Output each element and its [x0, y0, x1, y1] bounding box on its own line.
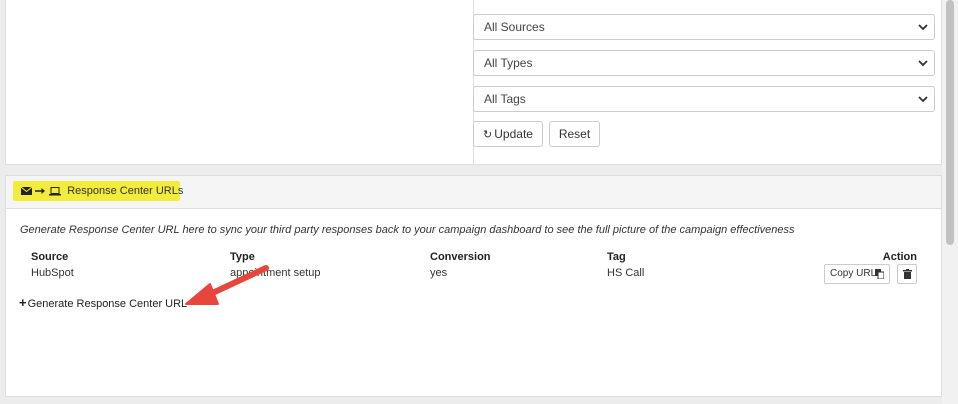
row-type: appointment setup — [230, 267, 321, 279]
column-header-type: Type — [230, 251, 255, 263]
chevron-down-icon — [918, 24, 928, 31]
response-center-description: Generate Response Center URL here to syn… — [20, 224, 795, 236]
plus-icon: + — [19, 295, 27, 310]
page-scrollbar[interactable] — [942, 0, 958, 404]
column-header-tag: Tag — [607, 251, 626, 263]
column-header-action: Action — [882, 251, 917, 263]
update-button[interactable]: ↻ Update — [473, 121, 543, 147]
reset-button-label: Reset — [558, 127, 591, 141]
delete-button[interactable] — [897, 264, 917, 284]
update-button-label: Update — [494, 127, 533, 141]
tags-select[interactable]: All Tags — [473, 86, 935, 112]
refresh-icon: ↻ — [483, 129, 493, 141]
arrow-right-icon — [35, 188, 46, 195]
row-tag: HS Call — [607, 267, 645, 279]
response-center-panel: Response Center URLs Generate Response C… — [5, 175, 942, 397]
tags-select-value: All Tags — [484, 92, 526, 106]
scrollbar-thumb[interactable] — [946, 0, 954, 245]
copy-url-label: Copy URL — [830, 268, 877, 279]
response-center-title: Response Center URLs — [13, 181, 184, 201]
chevron-down-icon — [918, 96, 928, 103]
column-header-source: Source — [31, 251, 69, 263]
laptop-icon — [49, 186, 62, 196]
row-source: HubSpot — [31, 267, 74, 279]
response-center-title-label: Response Center URLs — [67, 185, 184, 198]
generate-link-label: Generate Response Center URL — [27, 298, 188, 310]
chevron-down-icon — [918, 60, 928, 67]
trash-icon — [903, 269, 912, 279]
response-center-header: Response Center URLs — [6, 176, 941, 209]
reset-button[interactable]: Reset — [549, 121, 600, 147]
copy-icon — [875, 269, 884, 279]
generate-response-center-url-link[interactable]: +Generate Response Center URL — [19, 295, 187, 310]
sources-select-value: All Sources — [484, 20, 545, 34]
sources-select[interactable]: All Sources — [473, 14, 935, 40]
types-select[interactable]: All Types — [473, 50, 935, 76]
row-conversion: yes — [430, 267, 448, 279]
envelope-icon — [20, 186, 33, 196]
copy-url-button[interactable]: Copy URL — [824, 264, 890, 284]
types-select-value: All Types — [484, 56, 533, 70]
column-header-conversion: Conversion — [430, 251, 491, 263]
